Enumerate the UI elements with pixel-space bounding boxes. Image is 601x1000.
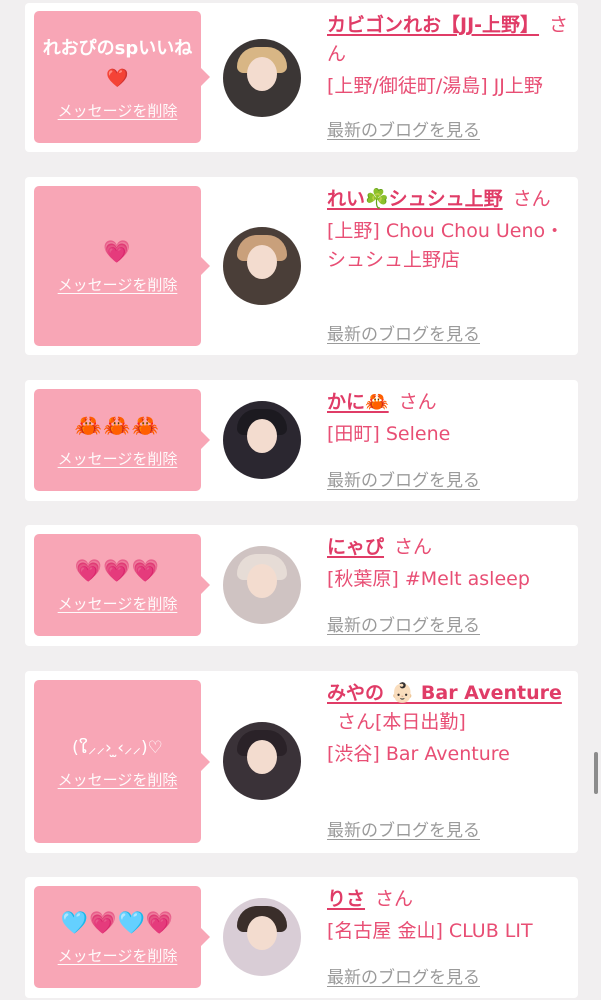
message-card: 🩵💗🩵💗 メッセージを削除 りさ さん [名古屋 金山] CLUB LIT 最新の… (25, 877, 578, 998)
honorific: さん (337, 711, 376, 733)
delete-message-link[interactable]: メッセージを削除 (58, 945, 178, 966)
message-text: 💗 (103, 239, 132, 265)
message-card: (ໃ⸝⸝› ̫‹⸝⸝)♡ メッセージを削除 みやの 👶🏻 Bar Aventur… (25, 671, 578, 853)
shop-info: [上野] Chou Chou Ueno・シュシュ上野店 (327, 220, 565, 271)
latest-blog-link[interactable]: 最新のブログを見る (327, 816, 480, 841)
message-bubble: (ໃ⸝⸝› ̫‹⸝⸝)♡ メッセージを削除 (34, 680, 210, 843)
cast-info: にゃぴ さん [秋葉原] #Melt asleep (327, 533, 577, 594)
honorific: さん (375, 888, 414, 910)
message-text: 💗💗💗 (74, 558, 161, 584)
cast-name-link[interactable]: カビゴンれお【JJ-上野】 (327, 14, 539, 36)
shop-info: [名古屋 金山] CLUB LIT (327, 920, 533, 942)
avatar[interactable] (223, 898, 301, 976)
shop-info: [渋谷] Bar Aventure (327, 743, 510, 765)
message-text: れおぴのspいいね❤️ (42, 37, 193, 89)
cast-name-link[interactable]: みやの 👶🏻 Bar Aventure (327, 682, 562, 704)
avatar[interactable] (223, 227, 301, 305)
cast-info: りさ さん [名古屋 金山] CLUB LIT (327, 885, 577, 946)
honorific: さん (512, 188, 551, 210)
cast-name-link[interactable]: れい☘️シュシュ上野 (327, 188, 503, 210)
message-text: (ໃ⸝⸝› ̫‹⸝⸝)♡ (72, 738, 163, 758)
latest-blog-link[interactable]: 最新のブログを見る (327, 963, 480, 988)
message-bubble: れおぴのspいいね❤️ メッセージを削除 (34, 11, 210, 143)
delete-message-link[interactable]: メッセージを削除 (58, 769, 178, 790)
delete-message-link[interactable]: メッセージを削除 (58, 100, 178, 121)
scrollbar[interactable] (594, 752, 598, 794)
avatar[interactable] (223, 722, 301, 800)
cast-info: れい☘️シュシュ上野 さん [上野] Chou Chou Ueno・シュシュ上野店 (327, 185, 577, 275)
shop-info: [田町] Selene (327, 423, 451, 445)
avatar[interactable] (223, 401, 301, 479)
cast-info: みやの 👶🏻 Bar Aventure さん[本日出勤] [渋谷] Bar Ave… (327, 679, 577, 769)
message-bubble: 💗💗💗 メッセージを削除 (34, 534, 210, 636)
avatar[interactable] (223, 546, 301, 624)
latest-blog-link[interactable]: 最新のブログを見る (327, 320, 480, 345)
cast-info: カビゴンれお【JJ-上野】 さん [上野/御徒町/湯島] JJ上野 (327, 11, 577, 101)
honorific: さん (398, 391, 437, 413)
cast-name-link[interactable]: りさ (327, 888, 365, 910)
latest-blog-link[interactable]: 最新のブログを見る (327, 466, 480, 491)
message-text: 🦀🦀🦀 (74, 413, 161, 439)
cast-info: かに🦀 さん [田町] Selene (327, 388, 577, 449)
honorific: さん (394, 536, 433, 558)
latest-blog-link[interactable]: 最新のブログを見る (327, 611, 480, 636)
message-bubble: 🩵💗🩵💗 メッセージを削除 (34, 886, 210, 988)
message-card: 💗💗💗 メッセージを削除 にゃぴ さん [秋葉原] #Melt asleep 最新… (25, 525, 578, 646)
delete-message-link[interactable]: メッセージを削除 (58, 593, 178, 614)
message-card: 🦀🦀🦀 メッセージを削除 かに🦀 さん [田町] Selene 最新のブログを見る (25, 380, 578, 501)
message-bubble: 🦀🦀🦀 メッセージを削除 (34, 389, 210, 491)
message-text: 🩵💗🩵💗 (60, 910, 175, 936)
status-text: [本日出勤] (375, 711, 466, 733)
cast-name-link[interactable]: にゃぴ (327, 536, 384, 558)
message-card: 💗 メッセージを削除 れい☘️シュシュ上野 さん [上野] Chou Chou U… (25, 177, 578, 355)
cast-name-link[interactable]: かに🦀 (327, 391, 389, 413)
message-list: れおぴのspいいね❤️ メッセージを削除 カビゴンれお【JJ-上野】 さん [上野… (0, 0, 601, 1000)
delete-message-link[interactable]: メッセージを削除 (58, 448, 178, 469)
message-bubble: 💗 メッセージを削除 (34, 186, 210, 346)
message-card: れおぴのspいいね❤️ メッセージを削除 カビゴンれお【JJ-上野】 さん [上野… (25, 3, 578, 152)
avatar[interactable] (223, 39, 301, 117)
shop-info: [上野/御徒町/湯島] JJ上野 (327, 75, 543, 97)
delete-message-link[interactable]: メッセージを削除 (58, 274, 178, 295)
shop-info: [秋葉原] #Melt asleep (327, 568, 530, 590)
latest-blog-link[interactable]: 最新のブログを見る (327, 116, 480, 141)
